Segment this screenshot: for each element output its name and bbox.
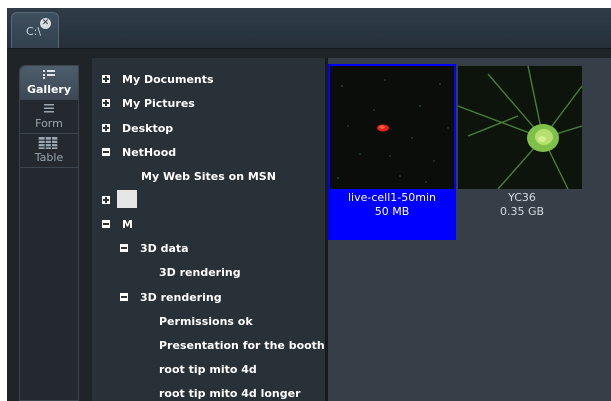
tree-item-label: NetHood	[122, 146, 177, 159]
tab-table-label: Table	[34, 151, 64, 164]
tree-item-label: Permissions ok	[159, 315, 253, 328]
tab-strip: C:\ ✕	[7, 8, 611, 49]
tree-item-label: My Pictures	[122, 97, 195, 110]
tab-gallery-label: Gallery	[26, 83, 72, 96]
gallery-item-size: 0.35 GB	[499, 205, 545, 218]
view-tabs: Gallery Form Table	[19, 65, 79, 401]
form-icon	[44, 104, 54, 113]
collapse-minus-icon[interactable]	[102, 148, 110, 156]
folder-tree: My Documents My Pictures Desktop NetHood…	[92, 58, 325, 401]
tree-item-label: M	[122, 218, 133, 231]
expand-plus-icon[interactable]	[102, 124, 110, 132]
tree-item-label: Desktop	[122, 122, 174, 135]
gallery-item-yc36[interactable]: YC36 0.35 GB	[458, 64, 586, 240]
gallery-panel: live-cell1-50min 50 MB YC36 0.35 GB	[328, 58, 611, 401]
gallery-item-size: 50 MB	[374, 205, 410, 218]
gallery-item-name: YC36	[508, 191, 536, 204]
tree-item-label: 3D data	[140, 242, 189, 255]
tree-item-label: root tip mito 4d longer	[159, 387, 301, 400]
expand-plus-icon[interactable]	[102, 99, 110, 107]
tab-form[interactable]: Form	[20, 100, 78, 134]
tab-form-label: Form	[35, 117, 63, 130]
expand-plus-icon[interactable]	[102, 196, 110, 204]
tab-table[interactable]: Table	[20, 134, 78, 168]
collapse-minus-icon[interactable]	[102, 220, 110, 228]
tab-gallery[interactable]: Gallery	[20, 66, 78, 100]
tree-item-label: 3D rendering	[140, 291, 222, 304]
gallery-item-name: live-cell1-50min	[348, 191, 436, 204]
tree-item-label: 3D rendering	[159, 266, 241, 279]
rename-field[interactable]	[117, 190, 137, 208]
close-icon[interactable]: ✕	[40, 18, 51, 29]
tree-item-label: Presentation for the booth	[159, 339, 325, 352]
expand-plus-icon[interactable]	[102, 75, 110, 83]
tab-drive-c[interactable]: C:\ ✕	[11, 12, 59, 48]
table-icon	[38, 137, 58, 149]
thumbnail-yc36	[458, 66, 582, 189]
tree-item-label: My Documents	[122, 73, 214, 86]
tree-item-label: root tip mito 4d	[159, 363, 257, 376]
gallery-item-live-cell[interactable]: live-cell1-50min 50 MB	[328, 64, 456, 240]
tree-item-label: My Web Sites on MSN	[141, 170, 276, 183]
view-sidebar: Gallery Form Table	[7, 49, 87, 401]
app-window: C:\ ✕ Gallery Form Table My Documents My…	[7, 8, 611, 401]
gallery-icon	[43, 70, 55, 79]
collapse-minus-icon[interactable]	[120, 293, 128, 301]
thumbnail-live-cell	[330, 66, 454, 189]
tab-label: C:\	[26, 25, 42, 38]
collapse-minus-icon[interactable]	[120, 244, 128, 252]
